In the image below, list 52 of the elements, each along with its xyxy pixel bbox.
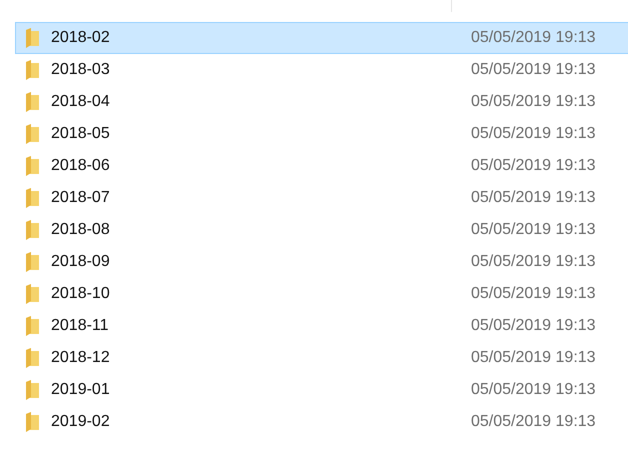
- folder-name: 2018-04: [51, 93, 111, 111]
- folder-icon: [25, 412, 40, 432]
- folder-icon: [25, 28, 40, 48]
- folder-row[interactable]: 2018-06 05/05/2019 19:13: [15, 150, 628, 182]
- folder-icon: [25, 220, 40, 240]
- folder-row[interactable]: 2018-02 05/05/2019 19:13: [15, 22, 628, 54]
- folder-name: 2019-01: [51, 381, 111, 399]
- folder-row[interactable]: 2018-08 05/05/2019 19:13: [15, 214, 628, 246]
- folder-icon: [25, 380, 40, 400]
- folder-name: 2018-06: [51, 157, 111, 175]
- folder-row[interactable]: 2018-04 05/05/2019 19:13: [15, 86, 628, 118]
- folder-icon: [25, 156, 40, 176]
- folder-icon: [25, 124, 40, 144]
- folder-name: 2018-08: [51, 221, 111, 239]
- folder-row[interactable]: 2019-01 05/05/2019 19:13: [15, 374, 628, 406]
- folder-row[interactable]: 2018-12 05/05/2019 19:13: [15, 342, 628, 374]
- modified-date: 05/05/2019 19:13: [471, 189, 596, 207]
- folder-icon: [25, 316, 40, 336]
- folder-icon: [25, 188, 40, 208]
- folder-name: 2018-07: [51, 189, 111, 207]
- folder-icon: [25, 348, 40, 368]
- modified-date: 05/05/2019 19:13: [471, 349, 596, 367]
- modified-date: 05/05/2019 19:13: [471, 93, 596, 111]
- folder-row[interactable]: 2018-09 05/05/2019 19:13: [15, 246, 628, 278]
- folder-name: 2018-02: [51, 29, 111, 47]
- folder-icon: [25, 252, 40, 272]
- modified-date: 05/05/2019 19:13: [471, 381, 596, 399]
- folder-row[interactable]: 2018-11 05/05/2019 19:13: [15, 310, 628, 342]
- modified-date: 05/05/2019 19:13: [471, 413, 596, 431]
- folder-row[interactable]: 2018-10 05/05/2019 19:13: [15, 278, 628, 310]
- modified-date: 05/05/2019 19:13: [471, 285, 596, 303]
- modified-date: 05/05/2019 19:13: [471, 253, 596, 271]
- folder-row[interactable]: 2019-02 05/05/2019 19:13: [15, 406, 628, 438]
- modified-date: 05/05/2019 19:13: [471, 157, 596, 175]
- modified-date: 05/05/2019 19:13: [471, 317, 596, 335]
- folder-row[interactable]: 2018-07 05/05/2019 19:13: [15, 182, 628, 214]
- folder-icon: [25, 284, 40, 304]
- folder-name: 2018-10: [51, 285, 111, 303]
- modified-date: 05/05/2019 19:13: [471, 29, 596, 47]
- folder-name: 2019-02: [51, 413, 111, 431]
- modified-date: 05/05/2019 19:13: [471, 125, 596, 143]
- modified-date: 05/05/2019 19:13: [471, 61, 596, 79]
- folder-name: 2018-11: [51, 317, 110, 335]
- folder-row[interactable]: 2018-03 05/05/2019 19:13: [15, 54, 628, 86]
- folder-name: 2018-12: [51, 349, 111, 367]
- folder-icon: [25, 60, 40, 80]
- folder-name: 2018-05: [51, 125, 111, 143]
- folder-name: 2018-03: [51, 61, 111, 79]
- modified-date: 05/05/2019 19:13: [471, 221, 596, 239]
- folder-icon: [25, 92, 40, 112]
- folder-row[interactable]: 2018-05 05/05/2019 19:13: [15, 118, 628, 150]
- folder-name: 2018-09: [51, 253, 111, 271]
